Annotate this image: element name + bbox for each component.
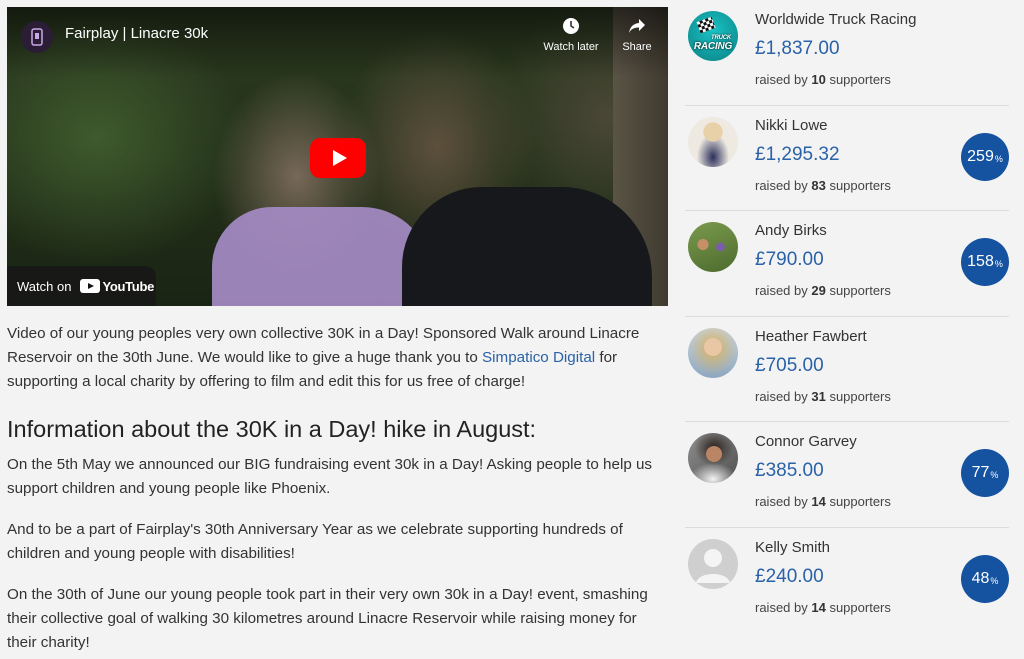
supporters-list: TRUCK RACING Worldwide Truck Racing £1,83… [685, 0, 1024, 634]
youtube-play-icon [80, 279, 101, 293]
supporter-count-text: raised by 14 supporters [755, 494, 891, 510]
avatar [688, 222, 738, 273]
checkered-flag-icon [696, 16, 716, 34]
supporter-name[interactable]: Andy Birks [755, 222, 827, 239]
section-heading: Information about the 30K in a Day! hike… [7, 416, 537, 442]
video-scene-person-left [212, 207, 432, 306]
channel-logo-icon[interactable] [21, 21, 53, 53]
target-percent-badge: 48% [961, 554, 1009, 603]
supporter-count-text: raised by 83 supporters [755, 177, 891, 193]
youtube-logo: YouTube [80, 279, 154, 294]
simpatico-digital-link[interactable]: Simpatico Digital [482, 349, 595, 366]
avatar-logo-text: TRUCK RACING [693, 35, 733, 52]
supporter-name[interactable]: Worldwide Truck Racing [755, 11, 916, 28]
supporter-name[interactable]: Heather Fawbert [755, 328, 867, 345]
youtube-brand-text: YouTube [102, 278, 155, 294]
target-percent-badge: 158% [961, 238, 1009, 287]
supporter-name[interactable]: Connor Garvey [755, 433, 857, 450]
supporter-amount: £1,295.32 [755, 143, 840, 165]
supporter-amount: £790.00 [755, 249, 824, 271]
supporter-name[interactable]: Kelly Smith [755, 539, 830, 556]
supporter-item[interactable]: Andy Birks £790.00 raised by 29 supporte… [685, 211, 1009, 317]
article-paragraph: On the 5th May we announced our BIG fund… [7, 456, 653, 497]
avatar: TRUCK RACING [688, 11, 738, 61]
play-button[interactable] [310, 138, 366, 178]
play-icon [332, 150, 347, 166]
supporter-count-text: raised by 29 supporters [755, 283, 891, 299]
supporter-count-text: raised by 10 supporters [755, 72, 891, 87]
supporter-item[interactable]: TRUCK RACING Worldwide Truck Racing £1,83… [685, 0, 1009, 106]
video-title[interactable]: Fairplay | Linacre 30k [65, 25, 208, 42]
supporter-item[interactable]: Connor Garvey £385.00 raised by 14 suppo… [685, 422, 1009, 528]
article-paragraph: And to be a part of Fairplay's 30th Anni… [7, 521, 623, 562]
supporter-item[interactable]: Kelly Smith £240.00 raised by 14 support… [685, 528, 1009, 634]
supporter-name[interactable]: Nikki Lowe [755, 117, 828, 134]
clock-icon [563, 18, 579, 34]
watch-later-button[interactable]: Watch later [539, 17, 603, 53]
video-player[interactable]: Fairplay | Linacre 30k Watch later Share… [7, 7, 668, 306]
supporter-count-text: raised by 31 supporters [755, 388, 891, 404]
share-arrow-icon [629, 19, 645, 33]
supporter-amount: £1,837.00 [755, 38, 840, 59]
video-scene-person-right [402, 187, 652, 306]
supporter-count-text: raised by 14 supporters [755, 599, 891, 615]
avatar [688, 116, 738, 167]
watch-later-label: Watch later [543, 41, 599, 53]
supporter-amount: £705.00 [755, 354, 824, 376]
default-avatar-icon [688, 538, 738, 589]
supporter-amount: £385.00 [755, 460, 824, 482]
article-body: Video of our young peoples very own coll… [7, 322, 667, 659]
share-button[interactable]: Share [605, 17, 668, 53]
avatar [688, 433, 738, 484]
supporter-amount: £240.00 [755, 565, 824, 587]
target-percent-badge: 77% [961, 449, 1009, 498]
target-percent-badge: 259% [961, 132, 1009, 181]
supporter-item[interactable]: Nikki Lowe £1,295.32 raised by 83 suppor… [685, 106, 1009, 212]
intro-paragraph: Video of our young peoples very own coll… [7, 322, 667, 394]
watch-on-label: Watch on [17, 278, 72, 294]
supporter-item[interactable]: Heather Fawbert £705.00 raised by 31 sup… [685, 317, 1009, 423]
article-paragraph: On the 30th of June our young people too… [7, 586, 648, 651]
share-label: Share [622, 41, 652, 53]
watch-on-youtube-link[interactable]: Watch on YouTube [7, 266, 156, 306]
avatar [688, 327, 738, 378]
